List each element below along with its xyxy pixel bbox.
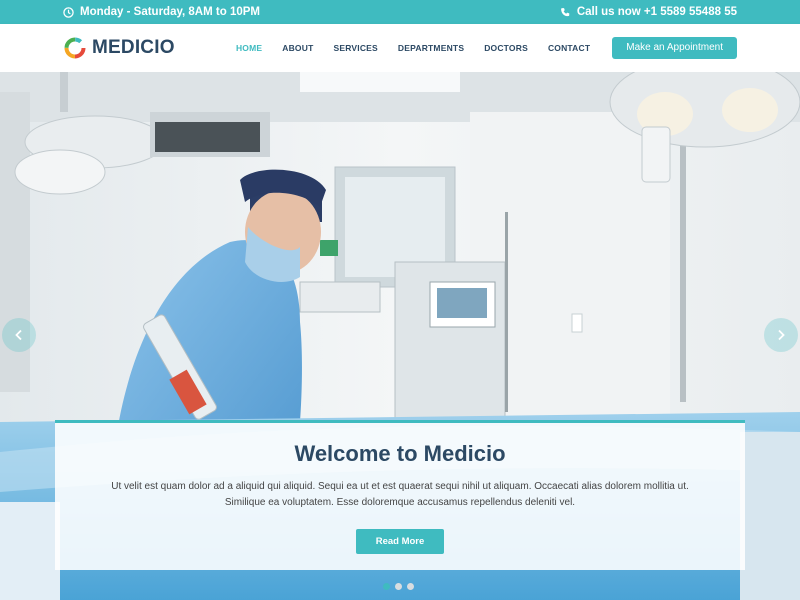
clock-icon [63,6,74,18]
hero-description: Ut velit est quam dolor ad a aliquid qui… [111,481,689,508]
top-bar: Monday - Saturday, 8AM to 10PM Call us n… [0,0,800,24]
phone-info: Call us now +1 5589 55488 55 [560,6,737,18]
logo-icon [64,37,86,59]
chevron-right-icon [778,329,785,341]
phone-text: Call us now +1 5589 55488 55 [576,6,737,18]
nav-about[interactable]: ABOUT [282,43,313,53]
appointment-button[interactable]: Make an Appointment [612,37,737,59]
site-header: MEDICIO HOME ABOUT SERVICES DEPARTMENTS … [0,24,800,72]
read-more-button[interactable]: Read More [355,529,445,554]
carousel-dot-3[interactable] [407,583,414,590]
hero-carousel: Welcome to Medicio Ut velit est quam dol… [0,72,800,600]
carousel-dot-2[interactable] [395,583,402,590]
chevron-left-icon [15,329,22,341]
hero-title: Welcome to Medicio [294,441,506,466]
hours-text: Monday - Saturday, 8AM to 10PM [80,6,260,18]
carousel-indicators [383,583,414,590]
phone-icon [560,7,571,18]
carousel-prev-button[interactable] [2,318,36,352]
nav-services[interactable]: SERVICES [333,43,377,53]
hero-caption: Welcome to Medicio Ut velit est quam dol… [55,420,745,570]
nav-departments[interactable]: DEPARTMENTS [398,43,464,53]
hours-info: Monday - Saturday, 8AM to 10PM [63,6,260,18]
carousel-dot-1[interactable] [383,583,390,590]
brand-name: MEDICIO [92,37,175,58]
main-nav: HOME ABOUT SERVICES DEPARTMENTS DOCTORS … [236,43,590,53]
nav-contact[interactable]: CONTACT [548,43,590,53]
nav-doctors[interactable]: DOCTORS [484,43,528,53]
brand-logo[interactable]: MEDICIO [63,36,175,60]
nav-home[interactable]: HOME [236,43,262,53]
carousel-next-button[interactable] [764,318,798,352]
